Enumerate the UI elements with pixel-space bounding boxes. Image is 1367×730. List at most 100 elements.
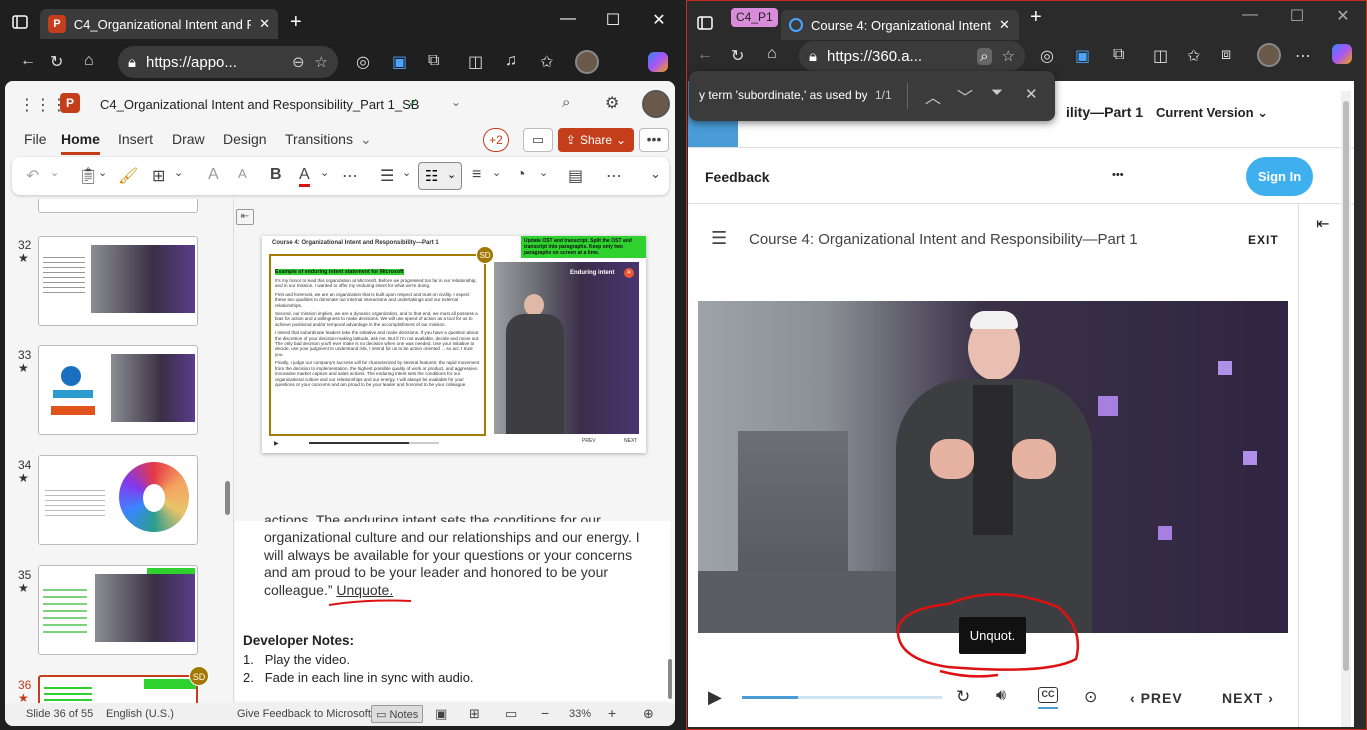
feedback-link[interactable]: Feedback [705,169,770,185]
font-color-icon[interactable]: A [299,166,310,187]
designer-icon[interactable]: ▤ [568,166,583,186]
comments-icon[interactable]: ▭ [523,128,553,152]
menu-more-icon[interactable]: ⌄ [360,131,372,148]
zoom-level[interactable]: 33% [569,708,591,720]
find-input[interactable]: y term 'subordinate,' as used by [699,88,867,102]
screenshot-icon[interactable]: ▣ [392,52,407,72]
collaborators-count[interactable]: +2 [483,128,509,152]
minimize-icon[interactable]: — [1227,6,1273,24]
fit-slide-icon[interactable]: ⊕ [643,706,654,722]
find-filter-icon[interactable]: ⏷ [991,84,1003,101]
collections-icon[interactable]: ⧈ [1221,46,1231,64]
more-ribbon-icon[interactable]: ⋯ [606,166,622,186]
profile-avatar[interactable] [1257,43,1281,67]
increase-font-icon[interactable]: A [208,166,219,184]
extension-icon[interactable]: ◎ [1040,46,1054,66]
tab-actions-icon[interactable] [12,14,28,30]
progress-track[interactable] [742,696,942,699]
hamburger-menu-icon[interactable]: ☰ [711,228,727,249]
browser-tab-course[interactable]: Course 4: Organizational Intent an ✕ [781,10,1019,40]
volume-icon[interactable]: 🔊︎ [996,687,1006,705]
menu-transitions[interactable]: Transitions [285,131,353,147]
page-scrollbar[interactable] [1341,91,1351,727]
undo-icon[interactable]: ↶ [26,166,39,186]
slide-text-box[interactable]: Example of enduring intent statement for… [269,254,486,436]
maximize-icon[interactable]: ☐ [590,10,636,30]
format-painter-icon[interactable]: 🖌︎ [118,166,138,186]
new-slide-dropdown-icon[interactable]: ⌄ [174,166,183,179]
notes-toggle-button[interactable]: ▭ Notes [371,705,424,723]
settings-gear-icon[interactable]: ⚙ [605,93,619,113]
new-tab-icon[interactable]: + [1030,6,1042,29]
home-icon[interactable]: ⌂ [84,52,94,70]
normal-view-icon[interactable]: ▣ [435,706,447,722]
refresh-icon[interactable]: ↻ [731,46,744,66]
favorite-icon[interactable]: ☆ [1002,47,1015,65]
shapes-dropdown-icon[interactable]: ⌄ [539,166,548,179]
numbering-icon[interactable]: ☷ ⌄ [418,162,462,190]
decrease-font-icon[interactable]: A [238,166,247,181]
slide-thumbnail-36[interactable] [38,675,198,703]
home-icon[interactable]: ⌂ [767,45,777,63]
extensions-puzzle-icon[interactable]: ⧉ [428,52,439,70]
copilot-icon[interactable] [648,52,668,72]
replay-icon[interactable]: ↻ [956,687,970,707]
favorites-icon[interactable]: ✩ [1187,46,1200,66]
more-menu-icon[interactable]: ⋯ [1295,46,1311,66]
notes-pane[interactable]: actions. The enduring intent sets the co… [235,512,672,701]
back-icon[interactable]: ← [20,52,36,70]
notes-scrollbar[interactable] [668,659,672,699]
slide-thumbnail-31[interactable] [38,199,198,213]
search-icon[interactable]: ⌕ [562,94,570,111]
thumbnail-scrollbar[interactable] [225,481,230,515]
more-options-icon[interactable]: ••• [1112,169,1124,181]
course-video[interactable] [698,301,1288,633]
prev-button[interactable]: ‹ PREV [1130,690,1183,706]
copilot-icon[interactable] [1332,44,1352,64]
slide-thumbnail-34[interactable] [38,455,198,545]
shapes-icon[interactable]: ◔ [516,166,526,184]
sorter-view-icon[interactable]: ⊞ [469,706,480,722]
find-previous-icon[interactable]: ︿ [925,84,941,108]
video-close-icon[interactable]: ✕ [624,268,634,278]
screenshot-icon[interactable]: ▣ [1075,46,1090,66]
close-window-icon[interactable]: ✕ [1320,6,1366,26]
maximize-icon[interactable]: ☐ [1274,6,1320,26]
address-bar[interactable]: 🔒︎ https://360.a... ⌕ ☆ [799,41,1025,71]
slide-thumbnail-33[interactable] [38,345,198,435]
menu-insert[interactable]: Insert [118,131,153,147]
collapse-ribbon-icon[interactable]: ⌄ [650,166,661,182]
menu-design[interactable]: Design [223,131,267,147]
paste-dropdown-icon[interactable]: ⌄ [98,166,107,179]
sign-in-button[interactable]: Sign In [1246,157,1313,196]
feedback-link[interactable]: Give Feedback to Microsoft [237,708,371,720]
close-tab-icon[interactable]: ✕ [259,16,270,32]
more-options-icon[interactable]: ••• [639,128,669,152]
close-tab-icon[interactable]: ✕ [999,17,1010,33]
closed-caption-icon[interactable]: CC [1038,687,1058,703]
new-slide-icon[interactable]: ⊞ [152,166,165,186]
extensions-puzzle-icon[interactable]: ⧉ [1113,46,1124,64]
split-screen-icon[interactable]: ◫ [468,52,483,72]
tab-group-label[interactable]: C4_P1 [731,8,778,27]
version-dropdown[interactable]: Current Version ⌄ [1156,105,1268,121]
bold-icon[interactable]: B [270,166,282,184]
slide-video[interactable]: Enduring intent ✕ [494,262,639,434]
playback-speed-icon[interactable]: ⊙ [1084,687,1097,707]
menu-file[interactable]: File [24,131,47,147]
minimize-icon[interactable]: — [545,10,591,28]
collapse-panel-icon[interactable]: ⇤ [236,209,254,225]
slide-thumbnail-35[interactable] [38,565,198,655]
address-bar[interactable]: 🔒︎ https://appo... ⊖ ☆ [118,46,338,78]
bullets-icon[interactable]: ☰ [380,166,394,186]
find-close-icon[interactable]: ✕ [1025,85,1038,103]
play-icon[interactable]: ▶ [708,687,722,708]
collapse-sidebar-icon[interactable]: ⇤ [1316,214,1329,234]
media-icon[interactable]: ♫ [505,52,517,70]
slideshow-icon[interactable]: ▭ [505,706,517,722]
favorite-icon[interactable]: ☆ [315,53,328,71]
share-button[interactable]: ⇪ Share ⌄ [558,128,634,152]
align-dropdown-icon[interactable]: ⌄ [492,166,501,179]
language-status[interactable]: English (U.S.) [106,708,174,720]
favorites-icon[interactable]: ✩ [540,52,553,72]
